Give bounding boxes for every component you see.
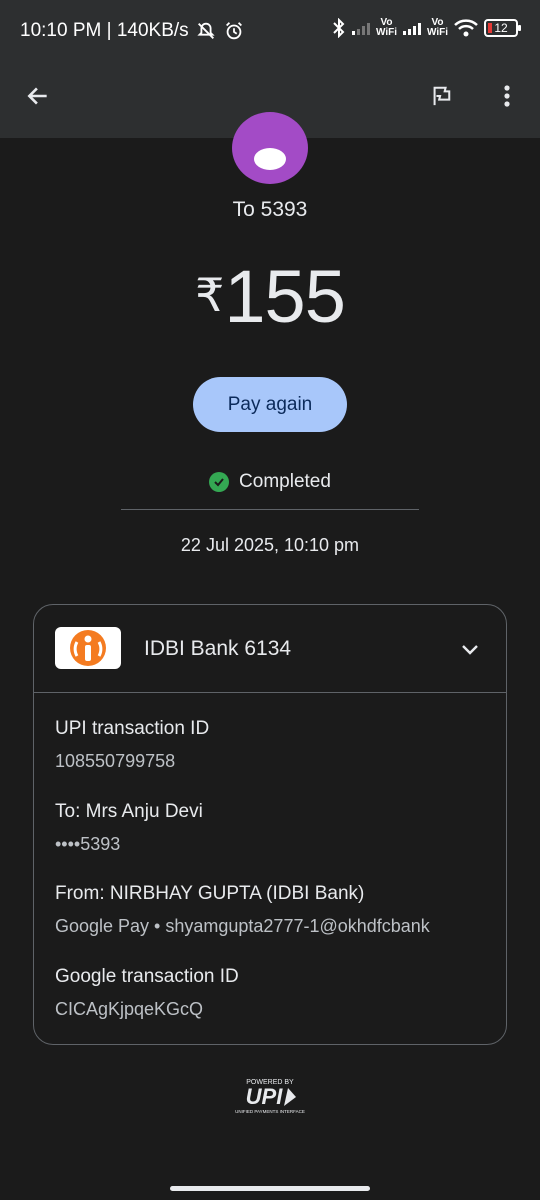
bank-name: IDBI Bank 6134 [144, 637, 292, 660]
amount-value: 155 [224, 255, 345, 338]
alarm-icon [225, 22, 242, 40]
currency-symbol: ₹ [195, 269, 225, 321]
upi-transaction-id-row: UPI transaction ID 108550799758 [55, 718, 210, 771]
upi-brand: UPI [246, 1084, 284, 1109]
back-button[interactable] [18, 76, 58, 116]
bank-logo-icon [55, 627, 121, 669]
signal-2-icon [402, 21, 421, 35]
amount: ₹155 [0, 254, 540, 339]
status-time-speed: 10:10 PM | 140KB/s [20, 20, 189, 41]
from-row: From: NIRBHAY GUPTA (IDBI Bank) Google P… [55, 883, 430, 936]
battery-level: 12 [494, 21, 508, 35]
status-bar: 10:10 PM | 140KB/s Vo WiFi Vo WiFi 12 [0, 0, 540, 62]
signal-1-icon [351, 21, 370, 35]
bluetooth-icon [333, 18, 345, 38]
status-text: Completed [239, 471, 331, 492]
avatar-icon [232, 112, 308, 184]
home-indicator[interactable] [170, 1186, 370, 1191]
silent-alarm-icon [197, 22, 215, 39]
more-vert-icon [504, 85, 510, 107]
upi-logo-icon: POWERED BY UPI UNIFIED PAYMENTS INTERFAC… [234, 1076, 306, 1116]
status-left: 10:10 PM | 140KB/s [20, 20, 245, 42]
battery-icon: 12 [484, 19, 521, 37]
google-transaction-id-row: Google transaction ID CICAgKjpqeKGcQ [55, 966, 239, 1019]
to-row: To: Mrs Anju Devi ••••5393 [55, 801, 203, 854]
status-right: Vo WiFi Vo WiFi 12 [332, 17, 521, 38]
check-circle-icon [209, 472, 230, 492]
transaction-datetime: 22 Jul 2025, 10:10 pm [180, 535, 360, 555]
sim1-vowifi-label: Vo WiFi [375, 17, 397, 38]
divider [121, 509, 419, 510]
transaction-details-card: IDBI Bank 6134 UPI transaction ID 108550… [33, 604, 507, 1045]
more-options-button[interactable] [487, 76, 527, 116]
wifi-icon [454, 19, 478, 37]
sim2-vowifi-label: Vo WiFi [426, 17, 448, 38]
report-button[interactable] [421, 76, 461, 116]
back-arrow-icon [27, 87, 47, 105]
flag-icon [433, 86, 451, 106]
transaction-status: Completed [0, 471, 540, 493]
recipient-label: To 5393 [232, 198, 308, 221]
chevron-down-icon[interactable] [458, 637, 482, 661]
bank-account-row[interactable]: IDBI Bank 6134 [34, 605, 506, 693]
pay-again-button[interactable]: Pay again [193, 377, 347, 432]
upi-tagline: UNIFIED PAYMENTS INTERFACE [235, 1109, 305, 1114]
